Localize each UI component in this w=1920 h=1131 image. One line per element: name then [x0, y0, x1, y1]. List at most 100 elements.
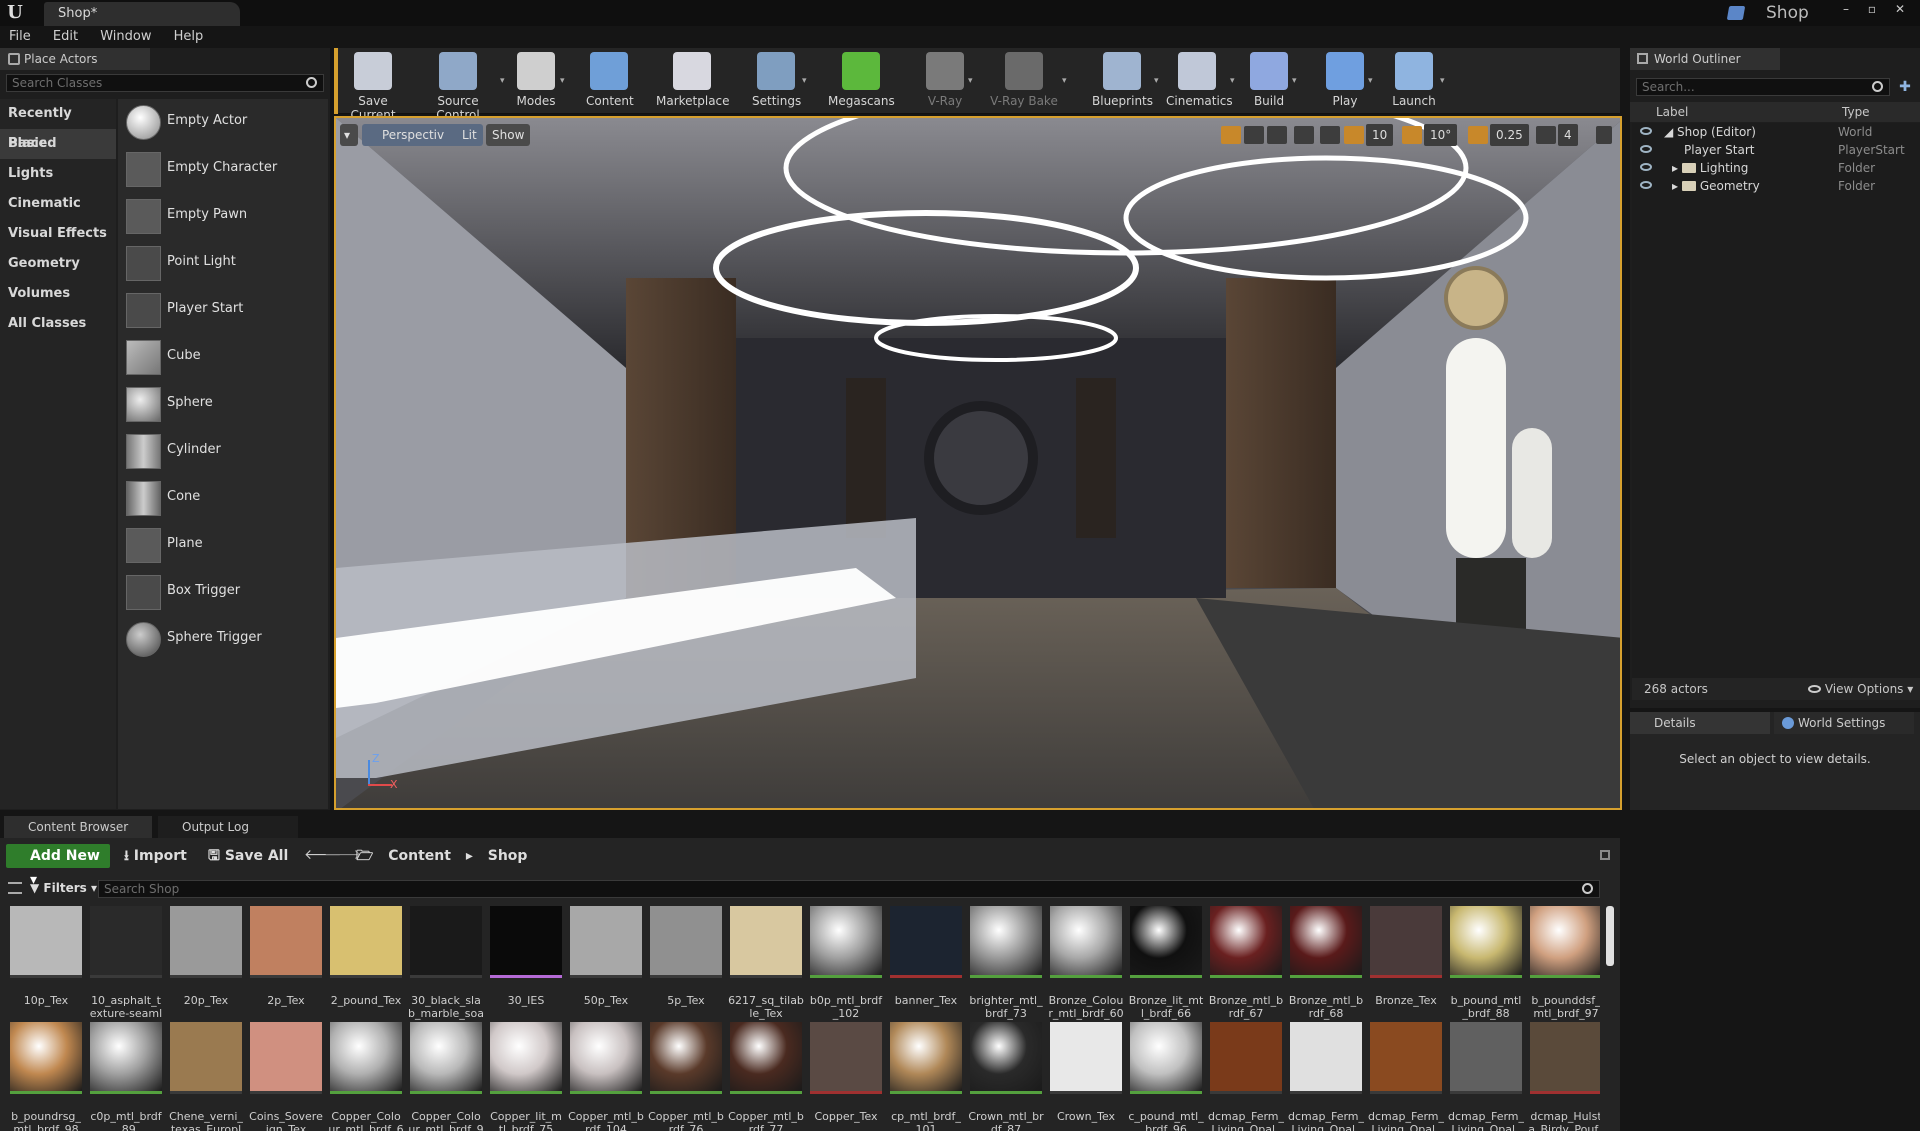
- actor-cube[interactable]: Cube: [118, 334, 328, 381]
- modes-button[interactable]: Modes: [514, 52, 558, 112]
- asset-tile[interactable]: dcmap_Ferm_Living_Opal_: [1368, 1022, 1444, 1131]
- outliner-search-input[interactable]: Search...: [1636, 78, 1890, 96]
- asset-tile[interactable]: Bronze_lit_mtl_brdf_66: [1128, 906, 1204, 1034]
- rotation-snap-icon[interactable]: [1402, 126, 1422, 144]
- asset-tile[interactable]: 20p_Tex: [168, 906, 244, 1034]
- scale-snap-icon[interactable]: [1468, 126, 1488, 144]
- source-control-button[interactable]: Source Control: [418, 52, 498, 122]
- v-ray-bake-button[interactable]: V-Ray Bake: [988, 52, 1060, 112]
- megascans-button[interactable]: Megascans: [828, 52, 895, 112]
- add-new-button[interactable]: Add New ▾: [6, 844, 110, 888]
- play-dropdown-icon[interactable]: ▾: [1368, 76, 1373, 86]
- lit-button[interactable]: Lit: [444, 124, 483, 146]
- actor-player-start[interactable]: Player Start: [118, 287, 328, 334]
- asset-tile[interactable]: Crown_Tex: [1048, 1022, 1124, 1131]
- scale-tool-icon[interactable]: [1267, 126, 1287, 144]
- v-ray-dropdown-icon[interactable]: ▾: [968, 76, 973, 86]
- v-ray-bake-dropdown-icon[interactable]: ▾: [1062, 76, 1067, 86]
- cinematics-dropdown-icon[interactable]: ▾: [1230, 76, 1235, 86]
- cinematics-button[interactable]: Cinematics: [1166, 52, 1233, 112]
- asset-tile[interactable]: Copper_mtl_brdf_104: [568, 1022, 644, 1131]
- blueprints-dropdown-icon[interactable]: ▾: [1154, 76, 1159, 86]
- asset-tile[interactable]: Copper_mtl_brdf_77: [728, 1022, 804, 1131]
- actor-sphere[interactable]: Sphere: [118, 381, 328, 428]
- breadcrumb-shop[interactable]: Shop: [488, 848, 528, 864]
- asset-tile[interactable]: b0p_mtl_brdf_102: [808, 906, 884, 1034]
- menu-help[interactable]: Help: [165, 26, 213, 48]
- outliner-row-geometry[interactable]: ▸ Geometry Folder: [1632, 177, 1920, 195]
- asset-tile[interactable]: c_pound_mtl_brdf_96: [1128, 1022, 1204, 1131]
- viewport-options-button[interactable]: ▾: [340, 124, 358, 146]
- scale-snap-value[interactable]: 0.25: [1490, 124, 1529, 146]
- actor-empty-character[interactable]: Empty Character: [118, 146, 328, 193]
- outliner-row-world[interactable]: ◢ Shop (Editor) World: [1632, 123, 1920, 141]
- marketplace-button[interactable]: Marketplace: [656, 52, 730, 112]
- breadcrumb-content[interactable]: Content: [388, 848, 451, 864]
- search-shop-input[interactable]: Search Shop: [98, 880, 1600, 898]
- level-viewport[interactable]: ▾ Perspective Lit Show 10 10° 0.25 4 Z X: [334, 116, 1622, 810]
- add-filter-icon[interactable]: ✚: [1896, 78, 1914, 96]
- camera-speed-icon[interactable]: [1536, 126, 1556, 144]
- show-button[interactable]: Show: [486, 124, 531, 146]
- asset-tile[interactable]: dcmap_Ferm_Living_Opal_: [1288, 1022, 1364, 1131]
- details-tab[interactable]: Details: [1630, 712, 1770, 734]
- source-control-dropdown-icon[interactable]: ▾: [500, 76, 505, 86]
- actor-cone[interactable]: Cone: [118, 475, 328, 522]
- surface-snap-icon[interactable]: [1320, 126, 1340, 144]
- build-dropdown-icon[interactable]: ▾: [1292, 76, 1297, 86]
- asset-tile[interactable]: b_poundrsg_mtl_brdf_98: [8, 1022, 84, 1131]
- asset-tile[interactable]: Copper_lit_mtl_brdf_75: [488, 1022, 564, 1131]
- close-icon[interactable]: ✕: [1888, 0, 1912, 20]
- asset-tile[interactable]: Copper_Colour_mtl_brdf_91: [408, 1022, 484, 1131]
- asset-tile[interactable]: Crown_mtl_brdf_87: [968, 1022, 1044, 1131]
- asset-tile[interactable]: b_pounddsf_mtl_brdf_97: [1528, 906, 1600, 1034]
- asset-tile[interactable]: 30_black_slab_marble_soap_stone_texture-: [408, 906, 484, 1034]
- actor-sphere-trigger[interactable]: Sphere Trigger: [118, 616, 328, 663]
- actor-cylinder[interactable]: Cylinder: [118, 428, 328, 475]
- asset-tile[interactable]: 2_pound_Tex: [328, 906, 404, 1034]
- outliner-row-lighting[interactable]: ▸ Lighting Folder: [1632, 159, 1920, 177]
- actor-point-light[interactable]: Point Light: [118, 240, 328, 287]
- grid-snap-icon[interactable]: [1344, 126, 1364, 144]
- rotate-tool-icon[interactable]: [1244, 126, 1264, 144]
- build-button[interactable]: Build: [1248, 52, 1290, 112]
- camera-speed-value[interactable]: 4: [1558, 124, 1578, 146]
- sources-toggle-icon[interactable]: [8, 882, 22, 894]
- save-all-button[interactable]: 🖫 Save All: [208, 844, 288, 868]
- search-classes-input[interactable]: Search Classes: [6, 74, 324, 92]
- v-ray-button[interactable]: V-Ray: [924, 52, 966, 112]
- menu-window[interactable]: Window: [91, 26, 160, 48]
- content-browser-tab[interactable]: Content Browser: [4, 816, 152, 838]
- asset-tile[interactable]: b_pound_mtl_brdf_88: [1448, 906, 1524, 1034]
- visibility-eye-icon[interactable]: [1640, 181, 1652, 189]
- maximize-viewport-icon[interactable]: [1596, 126, 1612, 144]
- asset-tile[interactable]: 10_asphalt_texture-seamless_Tex: [88, 906, 164, 1034]
- filters-button[interactable]: ▼ Filters ▾: [30, 878, 97, 898]
- column-label[interactable]: Label: [1656, 102, 1688, 122]
- asset-tile[interactable]: Copper_Tex: [808, 1022, 884, 1131]
- asset-tile[interactable]: banner_Tex: [888, 906, 964, 1034]
- modes-dropdown-icon[interactable]: ▾: [560, 76, 565, 86]
- asset-tile[interactable]: dcmap_Ferm_Living_Opal_: [1208, 1022, 1284, 1131]
- translate-tool-icon[interactable]: [1221, 126, 1241, 144]
- asset-tile[interactable]: 10p_Tex: [8, 906, 84, 1034]
- asset-tile[interactable]: 50p_Tex: [568, 906, 644, 1034]
- asset-tile[interactable]: Bronze_Colour_mtl_brdf_60: [1048, 906, 1124, 1034]
- settings-button[interactable]: Settings: [752, 52, 801, 112]
- actor-empty-pawn[interactable]: Empty Pawn: [118, 193, 328, 240]
- asset-tile[interactable]: Bronze_Tex: [1368, 906, 1444, 1034]
- asset-tile[interactable]: Copper_Colour_mtl_brdf_61: [328, 1022, 404, 1131]
- asset-tile[interactable]: Chene_verni_texas_Europlac: [168, 1022, 244, 1131]
- document-tab[interactable]: Shop*: [44, 2, 240, 26]
- asset-tile[interactable]: 5p_Tex: [648, 906, 724, 1034]
- view-options-button[interactable]: View Options ▾: [1808, 678, 1913, 700]
- menu-edit[interactable]: Edit: [44, 26, 87, 48]
- maximize-icon[interactable]: ▫: [1860, 0, 1884, 20]
- menu-file[interactable]: File: [0, 26, 40, 48]
- outliner-row-player-start[interactable]: Player Start PlayerStart: [1632, 141, 1920, 159]
- launch-button[interactable]: Launch: [1390, 52, 1438, 112]
- world-settings-tab[interactable]: World Settings: [1774, 712, 1914, 734]
- import-button[interactable]: ⭳ Import: [124, 844, 187, 868]
- visibility-eye-icon[interactable]: [1640, 145, 1652, 153]
- category-lights[interactable]: Lights: [0, 159, 116, 189]
